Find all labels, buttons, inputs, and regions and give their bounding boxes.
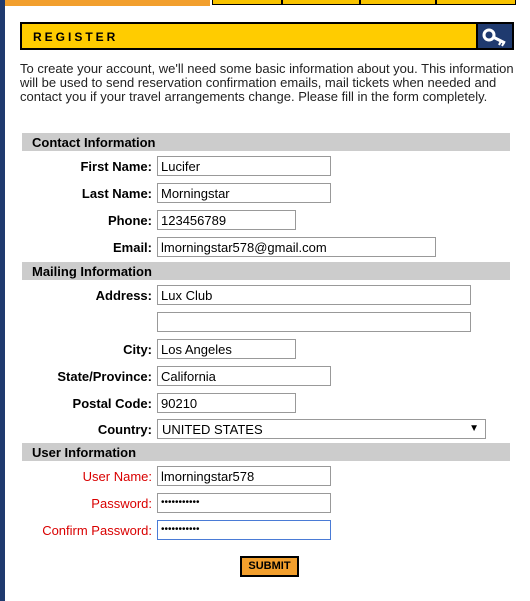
submit-button[interactable]: SUBMIT xyxy=(240,556,299,577)
last-name-label: Last Name: xyxy=(81,186,152,201)
section-user: User Information xyxy=(22,443,510,461)
top-tab-1[interactable] xyxy=(212,0,282,5)
top-strip-accent xyxy=(5,0,210,6)
first-name-label: First Name: xyxy=(80,159,152,174)
address-field[interactable]: Lux Club xyxy=(157,285,471,305)
password-field[interactable]: ••••••••••• xyxy=(157,493,331,513)
page-title: REGISTER xyxy=(33,30,119,44)
phone-field[interactable]: 123456789 xyxy=(157,210,296,230)
key-icon xyxy=(476,22,514,50)
phone-label: Phone: xyxy=(107,213,152,228)
chevron-down-icon: ▼ xyxy=(469,423,479,434)
confirm-password-label: Confirm Password: xyxy=(42,523,152,538)
state-label: State/Province: xyxy=(57,369,152,384)
section-contact: Contact Information xyxy=(22,133,510,151)
top-tab-3[interactable] xyxy=(360,0,436,5)
top-nav-strip xyxy=(5,0,530,6)
address-label: Address: xyxy=(95,288,152,303)
section-mailing-label: Mailing Information xyxy=(32,264,152,279)
city-field[interactable]: Los Angeles xyxy=(157,339,296,359)
state-field[interactable]: California xyxy=(157,366,331,386)
country-select[interactable]: UNITED STATES ▼ xyxy=(157,419,486,439)
postal-code-field[interactable]: 90210 xyxy=(157,393,296,413)
password-label: Password: xyxy=(91,496,152,511)
email-label: Email: xyxy=(112,240,152,255)
username-field[interactable]: lmorningstar578 xyxy=(157,466,331,486)
email-field[interactable]: lmorningstar578@gmail.com xyxy=(157,237,436,257)
left-border-bar xyxy=(0,0,5,601)
country-label: Country: xyxy=(97,422,152,437)
confirm-password-field[interactable]: ••••••••••• xyxy=(157,520,331,540)
intro-text: To create your account, we'll need some … xyxy=(20,61,514,104)
first-name-field[interactable]: Lucifer xyxy=(157,156,331,176)
postal-code-label: Postal Code: xyxy=(72,396,152,411)
section-mailing: Mailing Information xyxy=(22,262,510,280)
last-name-field[interactable]: Morningstar xyxy=(157,183,331,203)
section-contact-label: Contact Information xyxy=(32,135,156,150)
top-tab-2[interactable] xyxy=(282,0,360,5)
section-user-label: User Information xyxy=(32,445,137,460)
city-label: City: xyxy=(123,342,152,357)
top-tab-4[interactable] xyxy=(436,0,516,5)
register-header: REGISTER xyxy=(20,22,514,50)
country-select-value: UNITED STATES xyxy=(162,422,263,437)
username-label: User Name: xyxy=(82,469,152,484)
address-line2-field[interactable] xyxy=(157,312,471,332)
